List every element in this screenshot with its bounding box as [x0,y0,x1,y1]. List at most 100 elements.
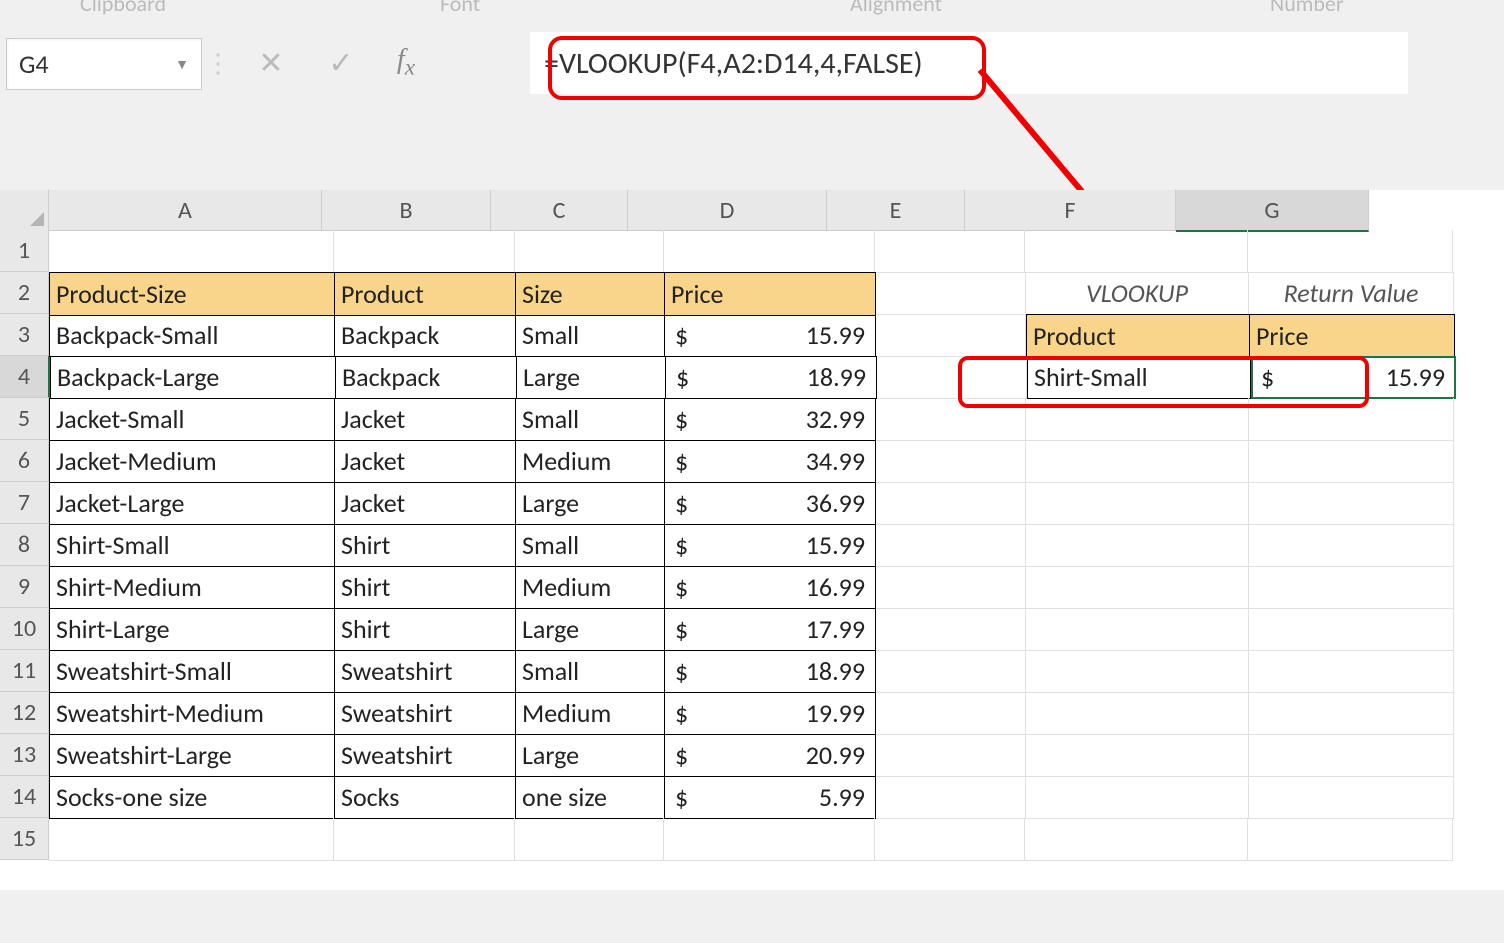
row-header-12[interactable]: 12 [0,692,49,734]
cell-G11[interactable] [1249,650,1454,693]
cell-G7[interactable] [1249,482,1454,525]
cell-F12[interactable] [1026,692,1249,735]
table-row[interactable]: Socks-one size [49,776,335,819]
lookup-result[interactable]: $15.99 [1251,356,1456,399]
table-row[interactable]: Shirt-Small [49,524,335,567]
cell-E7[interactable] [876,482,1026,525]
table-row[interactable]: $15.99 [665,314,876,357]
row-header-13[interactable]: 13 [0,734,49,776]
cell-B15[interactable] [334,818,515,861]
table-row[interactable]: $32.99 [665,398,876,441]
table-row[interactable]: $16.99 [665,566,876,609]
col-header-B[interactable]: B [322,190,491,231]
table-row[interactable]: Large [516,734,665,777]
row-header-10[interactable]: 10 [0,608,49,650]
row-header-1[interactable]: 1 [0,230,49,272]
table-row[interactable]: Large [517,356,666,399]
cell-G13[interactable] [1249,734,1454,777]
cell-F15[interactable] [1025,818,1248,861]
table-row[interactable]: Shirt-Medium [49,566,335,609]
cell-G14[interactable] [1249,776,1454,819]
cell-F9[interactable] [1026,566,1249,609]
table-row[interactable]: Medium [516,692,665,735]
cell-E3[interactable] [876,314,1026,357]
cell-F8[interactable] [1026,524,1249,567]
cell-F11[interactable] [1026,650,1249,693]
table-row[interactable]: Large [516,482,665,525]
cell-C1[interactable] [515,230,664,273]
table-row[interactable]: Medium [516,440,665,483]
cell-F13[interactable] [1026,734,1249,777]
cell-D1[interactable] [664,230,875,273]
cell-D15[interactable] [664,818,875,861]
col-header-F[interactable]: F [965,190,1176,231]
select-all-corner[interactable] [0,190,49,231]
col-header-A[interactable]: A [49,190,322,231]
table-row[interactable]: Small [516,398,665,441]
table-row[interactable]: Shirt [335,524,516,567]
table-row[interactable]: Small [516,314,665,357]
row-header-15[interactable]: 15 [0,818,49,860]
row-header-6[interactable]: 6 [0,440,49,482]
lookup-header-product[interactable]: Product [1026,314,1250,358]
table-row[interactable]: Sweatshirt [335,692,516,735]
col-header-D[interactable]: D [628,190,827,231]
table-row[interactable]: Sweatshirt-Large [49,734,335,777]
table-row[interactable]: Backpack-Large [50,356,336,399]
row-header-11[interactable]: 11 [0,650,49,692]
table-row[interactable]: Backpack-Small [49,314,335,357]
table-row[interactable]: Large [516,608,665,651]
enter-formula-icon[interactable]: ✓ [306,45,376,82]
col-header-G[interactable]: G [1176,190,1369,232]
cell-G1[interactable] [1248,230,1453,273]
row-header-14[interactable]: 14 [0,776,49,818]
cell-E5[interactable] [876,398,1026,441]
cell-E1[interactable] [875,230,1025,273]
cell-G5[interactable] [1249,398,1454,441]
table-row[interactable]: Shirt [335,608,516,651]
row-header-7[interactable]: 7 [0,482,49,524]
table-row[interactable]: Jacket [335,398,516,441]
table-row[interactable]: Jacket-Large [49,482,335,525]
table-row[interactable]: Jacket-Medium [49,440,335,483]
cell-G15[interactable] [1248,818,1453,861]
table-row[interactable]: Jacket [335,482,516,525]
formula-bar[interactable]: =VLOOKUP(F4,A2:D14,4,FALSE) [530,32,1408,94]
cell-B1[interactable] [334,230,515,273]
table-header-product[interactable]: Product [335,272,516,316]
table-row[interactable]: Backpack [336,356,517,399]
cell-E2[interactable] [876,272,1026,315]
table-header-size[interactable]: Size [516,272,665,316]
table-row[interactable]: Jacket-Small [49,398,335,441]
table-row[interactable]: $15.99 [665,524,876,567]
table-header-price[interactable]: Price [665,272,876,316]
table-row[interactable]: one size [516,776,665,819]
col-header-E[interactable]: E [827,190,965,231]
cell-F14[interactable] [1026,776,1249,819]
table-row[interactable]: Sweatshirt-Medium [49,692,335,735]
lookup-header-price[interactable]: Price [1250,314,1455,358]
row-header-4[interactable]: 4 [0,356,50,398]
cell-E9[interactable] [876,566,1026,609]
cell-E14[interactable] [876,776,1026,819]
table-row[interactable]: Jacket [335,440,516,483]
table-row[interactable]: Small [516,650,665,693]
cell-A1[interactable] [49,230,334,273]
cell-A15[interactable] [49,818,334,861]
table-row[interactable]: $18.99 [666,356,877,399]
row-header-2[interactable]: 2 [0,272,49,314]
cell-E12[interactable] [876,692,1026,735]
row-header-8[interactable]: 8 [0,524,49,566]
table-row[interactable]: $20.99 [665,734,876,777]
label-return-value[interactable]: Return Value [1249,272,1454,315]
name-box-dropdown-icon[interactable]: ▼ [175,56,189,73]
table-row[interactable]: $19.99 [665,692,876,735]
table-row[interactable]: Sweatshirt [335,650,516,693]
cell-F10[interactable] [1026,608,1249,651]
cell-E4[interactable] [877,356,1027,399]
cell-G10[interactable] [1249,608,1454,651]
table-row[interactable]: $36.99 [665,482,876,525]
cell-F5[interactable] [1026,398,1249,441]
table-header-product-size[interactable]: Product-Size [49,272,335,316]
cell-G12[interactable] [1249,692,1454,735]
